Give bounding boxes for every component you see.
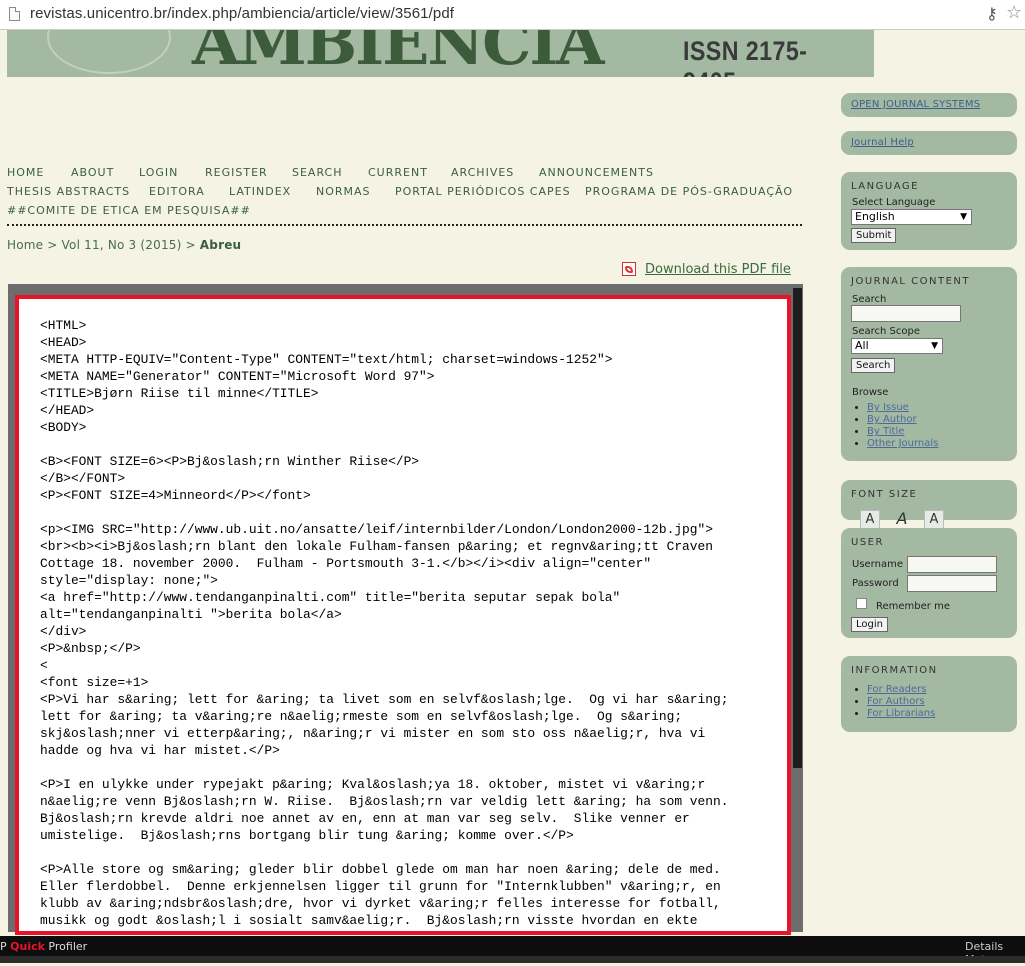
- browse-item: By Issue: [867, 402, 938, 414]
- nav-latindex[interactable]: LATINDEX: [229, 185, 291, 198]
- search-label: Search: [852, 294, 887, 305]
- browse-item: By Title: [867, 426, 938, 438]
- journal-content-title: JOURNAL CONTENT: [851, 276, 971, 287]
- information-list: For Readers For Authors For Librarians: [841, 684, 935, 720]
- nav-editora[interactable]: EDITORA: [149, 185, 205, 198]
- information-item: For Authors: [867, 696, 935, 708]
- for-authors-link[interactable]: For Authors: [867, 696, 925, 707]
- pdf-viewer[interactable]: <HTML> <HEAD> <META HTTP-EQUIV="Content-…: [8, 284, 803, 932]
- sidebar-block-information: INFORMATION For Readers For Authors For …: [841, 656, 1017, 732]
- pdf-source-text: <HTML> <HEAD> <META HTTP-EQUIV="Content-…: [40, 318, 729, 928]
- nav-normas[interactable]: NORMAS: [316, 185, 371, 198]
- for-librarians-link[interactable]: For Librarians: [867, 708, 935, 719]
- nav-register[interactable]: REGISTER: [205, 166, 268, 179]
- breadcrumb-sep: >: [185, 238, 196, 252]
- windows-taskbar: [0, 956, 1025, 963]
- nav-announcements[interactable]: ANNOUNCEMENTS: [539, 166, 654, 179]
- nav-divider: [7, 224, 802, 226]
- other-journals-link[interactable]: Other Journals: [867, 438, 938, 449]
- key-icon[interactable]: ⚷: [986, 4, 998, 23]
- profiler-brand-quick: Quick: [10, 940, 45, 953]
- remember-me-label: Remember me: [876, 601, 950, 612]
- sidebar-block-ojs: OPEN JOURNAL SYSTEMS: [841, 93, 1017, 117]
- breadcrumb: Home > Vol 11, No 3 (2015) > Abreu: [7, 238, 241, 252]
- login-button[interactable]: Login: [851, 617, 888, 632]
- chevron-down-icon: ▼: [931, 341, 938, 351]
- nav-about[interactable]: ABOUT: [71, 166, 114, 179]
- profiler-brand-p: P: [0, 940, 7, 953]
- breadcrumb-current: Abreu: [199, 238, 242, 252]
- viewer-scrollbar[interactable]: [793, 288, 802, 768]
- password-label: Password: [852, 578, 899, 589]
- sidebar-block-help: Journal Help: [841, 131, 1017, 155]
- issn-label: ISSN 2175-9405: [683, 36, 808, 77]
- document-icon: [9, 7, 20, 21]
- sidebar-block-language: LANGUAGE Select Language English ▼ Submi…: [841, 172, 1017, 250]
- nav-login[interactable]: LOGIN: [139, 166, 178, 179]
- language-title: LANGUAGE: [851, 181, 919, 192]
- sidebar-block-journal-content: JOURNAL CONTENT Search Search Scope All …: [841, 267, 1017, 461]
- user-title: USER: [851, 537, 884, 548]
- nav-home[interactable]: HOME: [7, 166, 44, 179]
- address-bar[interactable]: revistas.unicentro.br/index.php/ambienci…: [0, 0, 1025, 30]
- nav-current[interactable]: CURRENT: [368, 166, 428, 179]
- browse-item: By Author: [867, 414, 938, 426]
- breadcrumb-home[interactable]: Home: [7, 238, 43, 252]
- for-readers-link[interactable]: For Readers: [867, 684, 926, 695]
- profiler-brand-label: Profiler: [44, 940, 88, 953]
- language-submit-button[interactable]: Submit: [851, 228, 897, 243]
- browse-list: By Issue By Author By Title Other Journa…: [841, 402, 938, 450]
- browse-by-title-link[interactable]: By Title: [867, 426, 904, 437]
- language-select[interactable]: English ▼: [851, 209, 972, 225]
- browse-by-author-link[interactable]: By Author: [867, 414, 917, 425]
- remember-me-checkbox[interactable]: [856, 598, 867, 609]
- browse-by-issue-link[interactable]: By Issue: [867, 402, 909, 413]
- journal-help-link[interactable]: Journal Help: [851, 137, 914, 148]
- pdf-page: <HTML> <HEAD> <META HTTP-EQUIV="Content-…: [16, 296, 791, 932]
- font-smaller-icon[interactable]: A: [860, 510, 880, 530]
- pdf-icon: [622, 262, 636, 276]
- nav-search[interactable]: SEARCH: [292, 166, 343, 179]
- font-default-icon[interactable]: A: [893, 510, 911, 528]
- nav-portal-capes[interactable]: PORTAL PERIÓDICOS CAPES: [395, 185, 571, 198]
- search-scope-select[interactable]: All ▼: [851, 338, 943, 354]
- ojs-link[interactable]: OPEN JOURNAL SYSTEMS: [851, 99, 980, 110]
- browse-label: Browse: [852, 387, 889, 398]
- nav-comite-etica[interactable]: ##COMITE DE ETICA EM PESQUISA##: [7, 204, 251, 217]
- username-input[interactable]: [907, 556, 997, 573]
- password-input[interactable]: [907, 575, 997, 592]
- logo-graphic: [47, 30, 171, 74]
- search-button[interactable]: Search: [851, 358, 896, 373]
- profiler-brand: P Quick Profiler: [0, 940, 87, 953]
- logo-text: AMBIÊNCIA: [192, 30, 605, 77]
- search-input[interactable]: [851, 305, 961, 322]
- quick-profiler-bar: P Quick Profiler Details Met: [0, 936, 1025, 966]
- nav-archives[interactable]: ARCHIVES: [451, 166, 514, 179]
- url-text[interactable]: revistas.unicentro.br/index.php/ambienci…: [30, 5, 454, 22]
- font-larger-icon[interactable]: A: [924, 510, 944, 530]
- select-language-label: Select Language: [852, 197, 936, 208]
- search-scope-label: Search Scope: [852, 326, 920, 337]
- breadcrumb-sep: >: [47, 238, 58, 252]
- language-value: English: [855, 210, 895, 223]
- username-label: Username: [852, 559, 903, 570]
- star-icon[interactable]: ☆: [1006, 2, 1022, 23]
- information-title: INFORMATION: [851, 665, 938, 676]
- sidebar-block-user: USER Username Password Remember me Login: [841, 528, 1017, 638]
- breadcrumb-volume[interactable]: Vol 11, No 3 (2015): [62, 238, 182, 252]
- download-pdf-link[interactable]: Download this PDF file: [645, 262, 791, 277]
- browse-item: Other Journals: [867, 438, 938, 450]
- search-scope-value: All: [855, 339, 869, 352]
- nav-thesis-abstracts[interactable]: THESIS ABSTRACTS: [7, 185, 130, 198]
- information-item: For Readers: [867, 684, 935, 696]
- information-item: For Librarians: [867, 708, 935, 720]
- font-size-title: FONT SIZE: [851, 489, 918, 500]
- nav-programa-pos[interactable]: PROGRAMA DE PÓS-GRADUAÇÃO: [585, 185, 793, 198]
- journal-banner: AMBIÊNCIA ISSN 2175-9405: [7, 30, 874, 77]
- chevron-down-icon: ▼: [960, 212, 967, 222]
